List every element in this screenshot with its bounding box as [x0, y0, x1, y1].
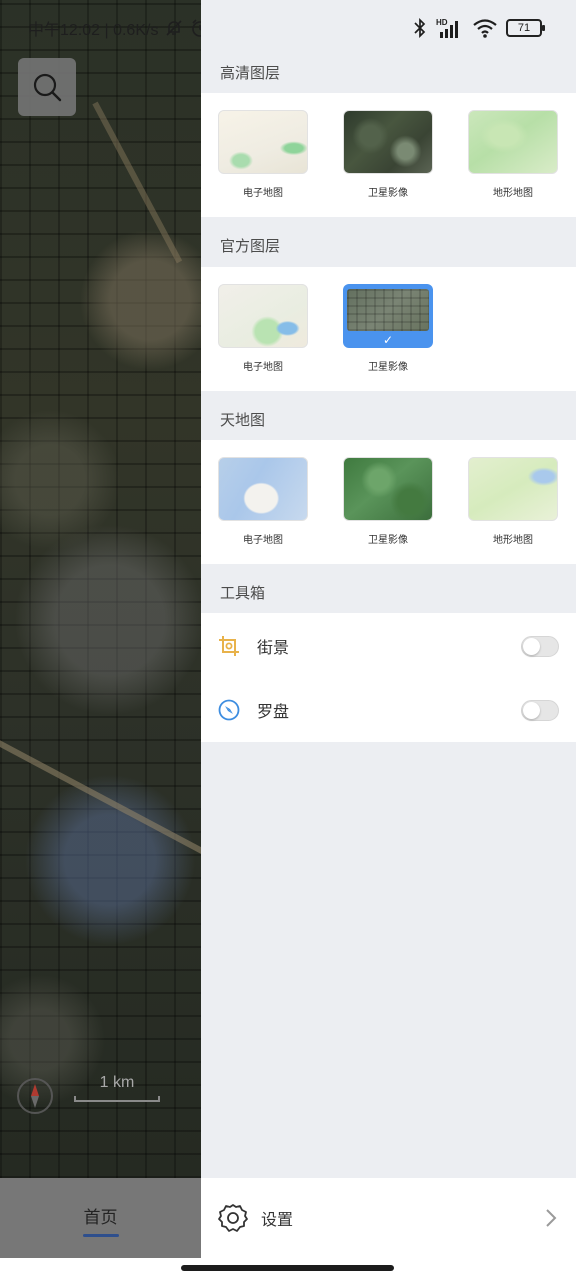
satellite-map-view[interactable]: [0, 0, 211, 1178]
notification-off-icon: [166, 20, 183, 36]
layer-drawer: HD 71 高清图层 电子地图 卫星影像 地形地图 官方图层 电子地图 ✓ 卫星…: [201, 0, 576, 1258]
satellite-thumb: [343, 110, 433, 174]
compass-icon: [218, 699, 240, 721]
scale-bar-line: [74, 1096, 160, 1102]
scale-label: 1 km: [99, 1074, 135, 1091]
layer-option-label: 电子地图: [243, 362, 283, 373]
tool-label: 罗盘: [257, 702, 290, 721]
battery-icon: 71: [506, 19, 545, 37]
section-official-layers-header: 官方图层: [201, 221, 576, 269]
layer-option-vector-map[interactable]: 电子地图: [218, 457, 308, 546]
signal-icon: HD: [436, 18, 458, 38]
satellite-thumb: [343, 457, 433, 521]
map-road: [92, 101, 183, 264]
layer-option-label: 电子地图: [243, 188, 283, 199]
section-tianditu-header: 天地图: [201, 395, 576, 443]
tool-label: 街景: [257, 638, 290, 657]
gear-icon: [218, 1204, 248, 1232]
selected-layer-frame: ✓: [343, 284, 433, 348]
chevron-right-icon: [546, 1209, 557, 1227]
battery-level: 71: [517, 22, 531, 34]
tab-active-indicator: [82, 1234, 119, 1237]
tool-compass[interactable]: 罗盘: [201, 678, 576, 742]
search-icon: [33, 73, 62, 102]
layer-option-label: 卫星影像: [368, 188, 408, 199]
street-view-icon: [219, 636, 239, 656]
section-title: 高清图层: [220, 63, 281, 82]
section-hd-layers-header: 高清图层: [201, 48, 576, 96]
layer-option-label: 卫星影像: [368, 535, 408, 546]
status-time-speed: 中午12:02 | 0.6K/s: [28, 22, 159, 39]
svg-text:HD: HD: [436, 18, 448, 27]
compass-toggle[interactable]: [521, 699, 559, 721]
toggle-knob: [523, 637, 540, 655]
section-toolbox-header: 工具箱: [201, 568, 576, 616]
vector-map-thumb: [218, 110, 308, 174]
section-tianditu: 电子地图 卫星影像 地形地图: [201, 440, 576, 564]
layer-option-satellite-selected[interactable]: ✓ 卫星影像: [343, 284, 433, 373]
terrain-thumb: [468, 110, 558, 174]
section-hd-layers: 电子地图 卫星影像 地形地图: [201, 93, 576, 217]
layer-option-label: 电子地图: [243, 535, 283, 546]
layer-option-vector-map[interactable]: 电子地图: [218, 110, 308, 199]
section-official-layers: 电子地图 ✓ 卫星影像: [201, 267, 576, 391]
settings-label: 设置: [261, 1210, 294, 1229]
layer-option-satellite[interactable]: 卫星影像: [343, 457, 433, 546]
layer-option-vector-map[interactable]: 电子地图: [218, 284, 308, 373]
map-compass-button[interactable]: [17, 1078, 53, 1114]
tab-home[interactable]: 首页: [0, 1178, 201, 1258]
settings-button[interactable]: 设置: [201, 1178, 576, 1258]
vector-map-thumb: [218, 284, 308, 348]
layer-option-terrain[interactable]: 地形地图: [468, 457, 558, 546]
layer-option-label: 地形地图: [493, 188, 533, 199]
system-home-indicator[interactable]: [181, 1265, 394, 1271]
tab-home-label: 首页: [83, 1208, 118, 1228]
street-view-toggle[interactable]: [521, 635, 559, 657]
terrain-thumb: [468, 457, 558, 521]
section-title: 官方图层: [220, 236, 281, 255]
map-road: [0, 730, 211, 858]
wifi-icon: [473, 19, 497, 38]
compass-needle-icon: [31, 1084, 39, 1108]
map-scale-bar: 1 km: [74, 1074, 160, 1102]
layer-option-label: 卫星影像: [368, 362, 408, 373]
search-button[interactable]: [18, 58, 76, 116]
toggle-knob: [523, 701, 540, 719]
vector-map-thumb: [218, 457, 308, 521]
layer-option-satellite[interactable]: 卫星影像: [343, 110, 433, 199]
layer-option-terrain[interactable]: 地形地图: [468, 110, 558, 199]
tool-street-view[interactable]: 街景: [201, 614, 576, 678]
section-title: 天地图: [220, 410, 266, 429]
checkmark-icon: ✓: [382, 333, 394, 347]
toolbox-list: 街景 罗盘: [201, 613, 576, 742]
status-bar-right: HD 71: [412, 14, 545, 42]
section-title: 工具箱: [220, 583, 266, 602]
bluetooth-icon: [414, 17, 426, 39]
layer-option-label: 地形地图: [493, 535, 533, 546]
status-bar-left: 中午12:02 | 0.6K/s: [28, 16, 210, 40]
satellite-thumb: [347, 289, 429, 331]
